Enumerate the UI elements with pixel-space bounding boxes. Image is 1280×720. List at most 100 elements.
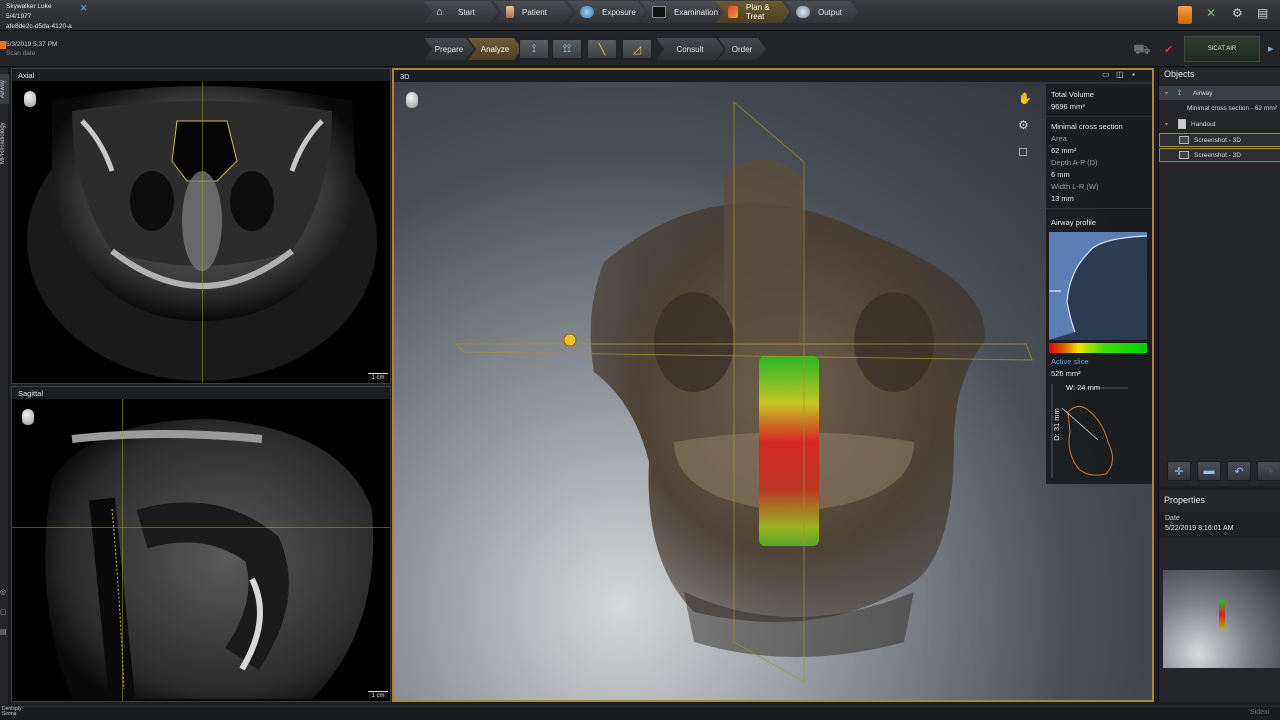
active-slice-shape [1051, 384, 1128, 478]
brand-line-2: Sirona [2, 711, 17, 717]
step-analyze[interactable]: Analyze [468, 38, 522, 60]
exposure-icon [580, 6, 594, 18]
maximize-icon[interactable]: ▪ [1132, 70, 1135, 79]
cube-icon[interactable]: ◻ [1018, 144, 1028, 158]
output-icon [796, 6, 810, 18]
3d-view[interactable]: 3D ▭ ◫ ▪ ✋ ⚙ ◻ Total Volume 9696 mm³ Min… [392, 68, 1154, 702]
tree-item-screenshot-2[interactable]: Screenshot - 3D [1159, 148, 1280, 162]
workflow-output-label: Output [818, 7, 843, 17]
width-label: Width L-R (W) [1051, 182, 1099, 191]
workflow-plan-treat[interactable]: Plan & Treat [716, 1, 790, 23]
axial-ct-image [27, 86, 377, 381]
left-sidebar: Airway MPR/Radiology ◎ ▢ ▤ [0, 68, 9, 708]
date-property: Date 5/22/2019 8:16:01 AM [1159, 512, 1280, 538]
area-label: Area [1051, 134, 1067, 143]
airway-info-panel: Total Volume 9696 mm³ Minimal cross sect… [1046, 84, 1152, 484]
depth-label: Depth A-P (D) [1051, 158, 1098, 167]
redo-icon[interactable]: ↷ [1257, 461, 1280, 481]
alert-icon[interactable]: ✔ [1164, 43, 1173, 56]
date-label: Date [1165, 515, 1180, 522]
camera-icon[interactable]: ▭ [1102, 70, 1110, 79]
workflow-patient-label: Patient [522, 7, 547, 17]
axial-crosshair-vertical[interactable] [202, 81, 203, 383]
3d-skull-render [454, 100, 1033, 683]
sicat-air-button[interactable]: SICAT AIR [1184, 36, 1260, 62]
measure-angle-icon[interactable]: ◿ [622, 39, 652, 59]
sagittal-title: Sagittal [18, 389, 44, 398]
tree-item-label: Handout [1191, 120, 1216, 128]
tools-icon[interactable]: ✕ [1206, 6, 1224, 24]
preview-airway [1219, 600, 1225, 630]
collapse-icon[interactable]: ▾ [1165, 90, 1173, 97]
scan-date: 5/3/2019 5:37 PM [6, 41, 58, 48]
workflow-exposure[interactable]: Exposure [568, 1, 646, 23]
measure-distance-icon[interactable]: ╲ [587, 39, 617, 59]
examination-icon [652, 6, 666, 18]
hand-tool-icon[interactable]: ✋ [1018, 92, 1032, 105]
total-volume-label: Total Volume [1051, 90, 1094, 99]
tree-item-min-cross[interactable]: Minimal cross section - 62 mm² [1159, 101, 1280, 115]
sidebar-tool-icon[interactable]: ◎ [0, 588, 6, 596]
orientation-head-icon[interactable] [22, 409, 34, 425]
active-slice-value: 526 mm² [1051, 369, 1081, 378]
axial-view[interactable]: Axial 1 cm [11, 68, 391, 384]
screenshot-preview[interactable] [1163, 570, 1280, 668]
step-prepare-label: Prepare [434, 44, 464, 54]
total-volume-value: 9696 mm³ [1051, 102, 1085, 111]
airway-profile-chart[interactable] [1049, 232, 1147, 340]
properties-panel: Properties Date 5/22/2019 8:16:01 AM [1158, 490, 1280, 702]
step-consult[interactable]: Consult [656, 38, 724, 60]
axial-scale-bar: 1 cm [368, 373, 388, 381]
orientation-head-icon[interactable] [24, 91, 36, 107]
airway-tool-double-icon[interactable]: ⟟⟟ [552, 39, 582, 59]
focus-icon[interactable]: ✛ [1167, 461, 1191, 481]
sicat-air-label: SICAT AIR [1207, 46, 1237, 52]
brand-logo: Dentsply Sirona [2, 707, 21, 717]
airway-icon: ⟟ [1178, 88, 1181, 97]
tab-airway[interactable]: Airway [0, 74, 9, 104]
cart-icon[interactable]: ⛟ [1133, 41, 1151, 60]
sagittal-crosshair-horizontal[interactable] [12, 527, 390, 528]
remove-icon[interactable]: ▬ [1197, 461, 1221, 481]
undo-icon[interactable]: ↶ [1227, 461, 1251, 481]
sagittal-header [12, 387, 390, 399]
airway-tool-single-icon[interactable]: ⟟ [519, 39, 549, 59]
scan-date-label: Scan date [6, 50, 36, 57]
scan-info[interactable]: 5/3/2019 5:37 PM Scan date [6, 40, 57, 58]
workflow-patient[interactable]: Patient [494, 1, 572, 23]
expand-icon[interactable]: ▸ [1268, 42, 1274, 55]
3d-header [394, 70, 1152, 82]
workflow-start[interactable]: ⌂ Start [424, 1, 498, 23]
workflow-output[interactable]: Output [784, 1, 858, 23]
handout-icon [1178, 119, 1186, 129]
sagittal-ct-image [45, 419, 374, 701]
close-patient-icon[interactable]: ✕ [80, 4, 88, 13]
tree-item-label: Minimal cross section - 62 mm² [1187, 104, 1277, 112]
sagittal-crosshair-vertical[interactable] [122, 399, 123, 701]
workflow-examination[interactable]: Examination [640, 1, 726, 23]
more-icon[interactable]: ▤ [1257, 6, 1275, 24]
image-icon [1179, 136, 1189, 144]
date-value: 5/22/2019 8:16:01 AM [1165, 525, 1234, 532]
tab-mpr-radiology[interactable]: MPR/Radiology [0, 112, 9, 174]
slice-width-label: W: 24 mm [1066, 383, 1101, 392]
workflow-start-label: Start [458, 7, 475, 17]
patient-dob: 5/4/1977 [6, 13, 32, 20]
depth-value: 6 mm [1051, 170, 1070, 179]
min-cross-title: Minimal cross section [1051, 122, 1123, 131]
objects-title: Objects [1164, 69, 1195, 79]
tree-item-screenshot-1[interactable]: Screenshot - 3D [1159, 133, 1280, 147]
window-restore-icon[interactable]: ◫ [1116, 70, 1124, 79]
width-value: 13 mm [1051, 194, 1074, 203]
objects-panel: Objects ▾ ⟟ Airway Minimal cross section… [1158, 68, 1280, 486]
tree-item-airway[interactable]: ▾ ⟟ Airway [1159, 86, 1280, 100]
status-bar [0, 706, 1280, 720]
collapse-icon[interactable]: ▾ [1165, 121, 1173, 128]
sidebar-tool-icon-2[interactable]: ▢ [0, 608, 7, 616]
tree-item-handout[interactable]: ▾ Handout [1159, 117, 1280, 131]
clipboard-icon[interactable] [1178, 6, 1192, 24]
sagittal-view[interactable]: Sagittal 1 cm [11, 386, 391, 702]
gear-icon[interactable]: ⚙ [1232, 6, 1250, 24]
sidebar-tool-icon-3[interactable]: ▤ [0, 628, 7, 636]
settings-icon[interactable]: ⚙ [1018, 118, 1029, 132]
